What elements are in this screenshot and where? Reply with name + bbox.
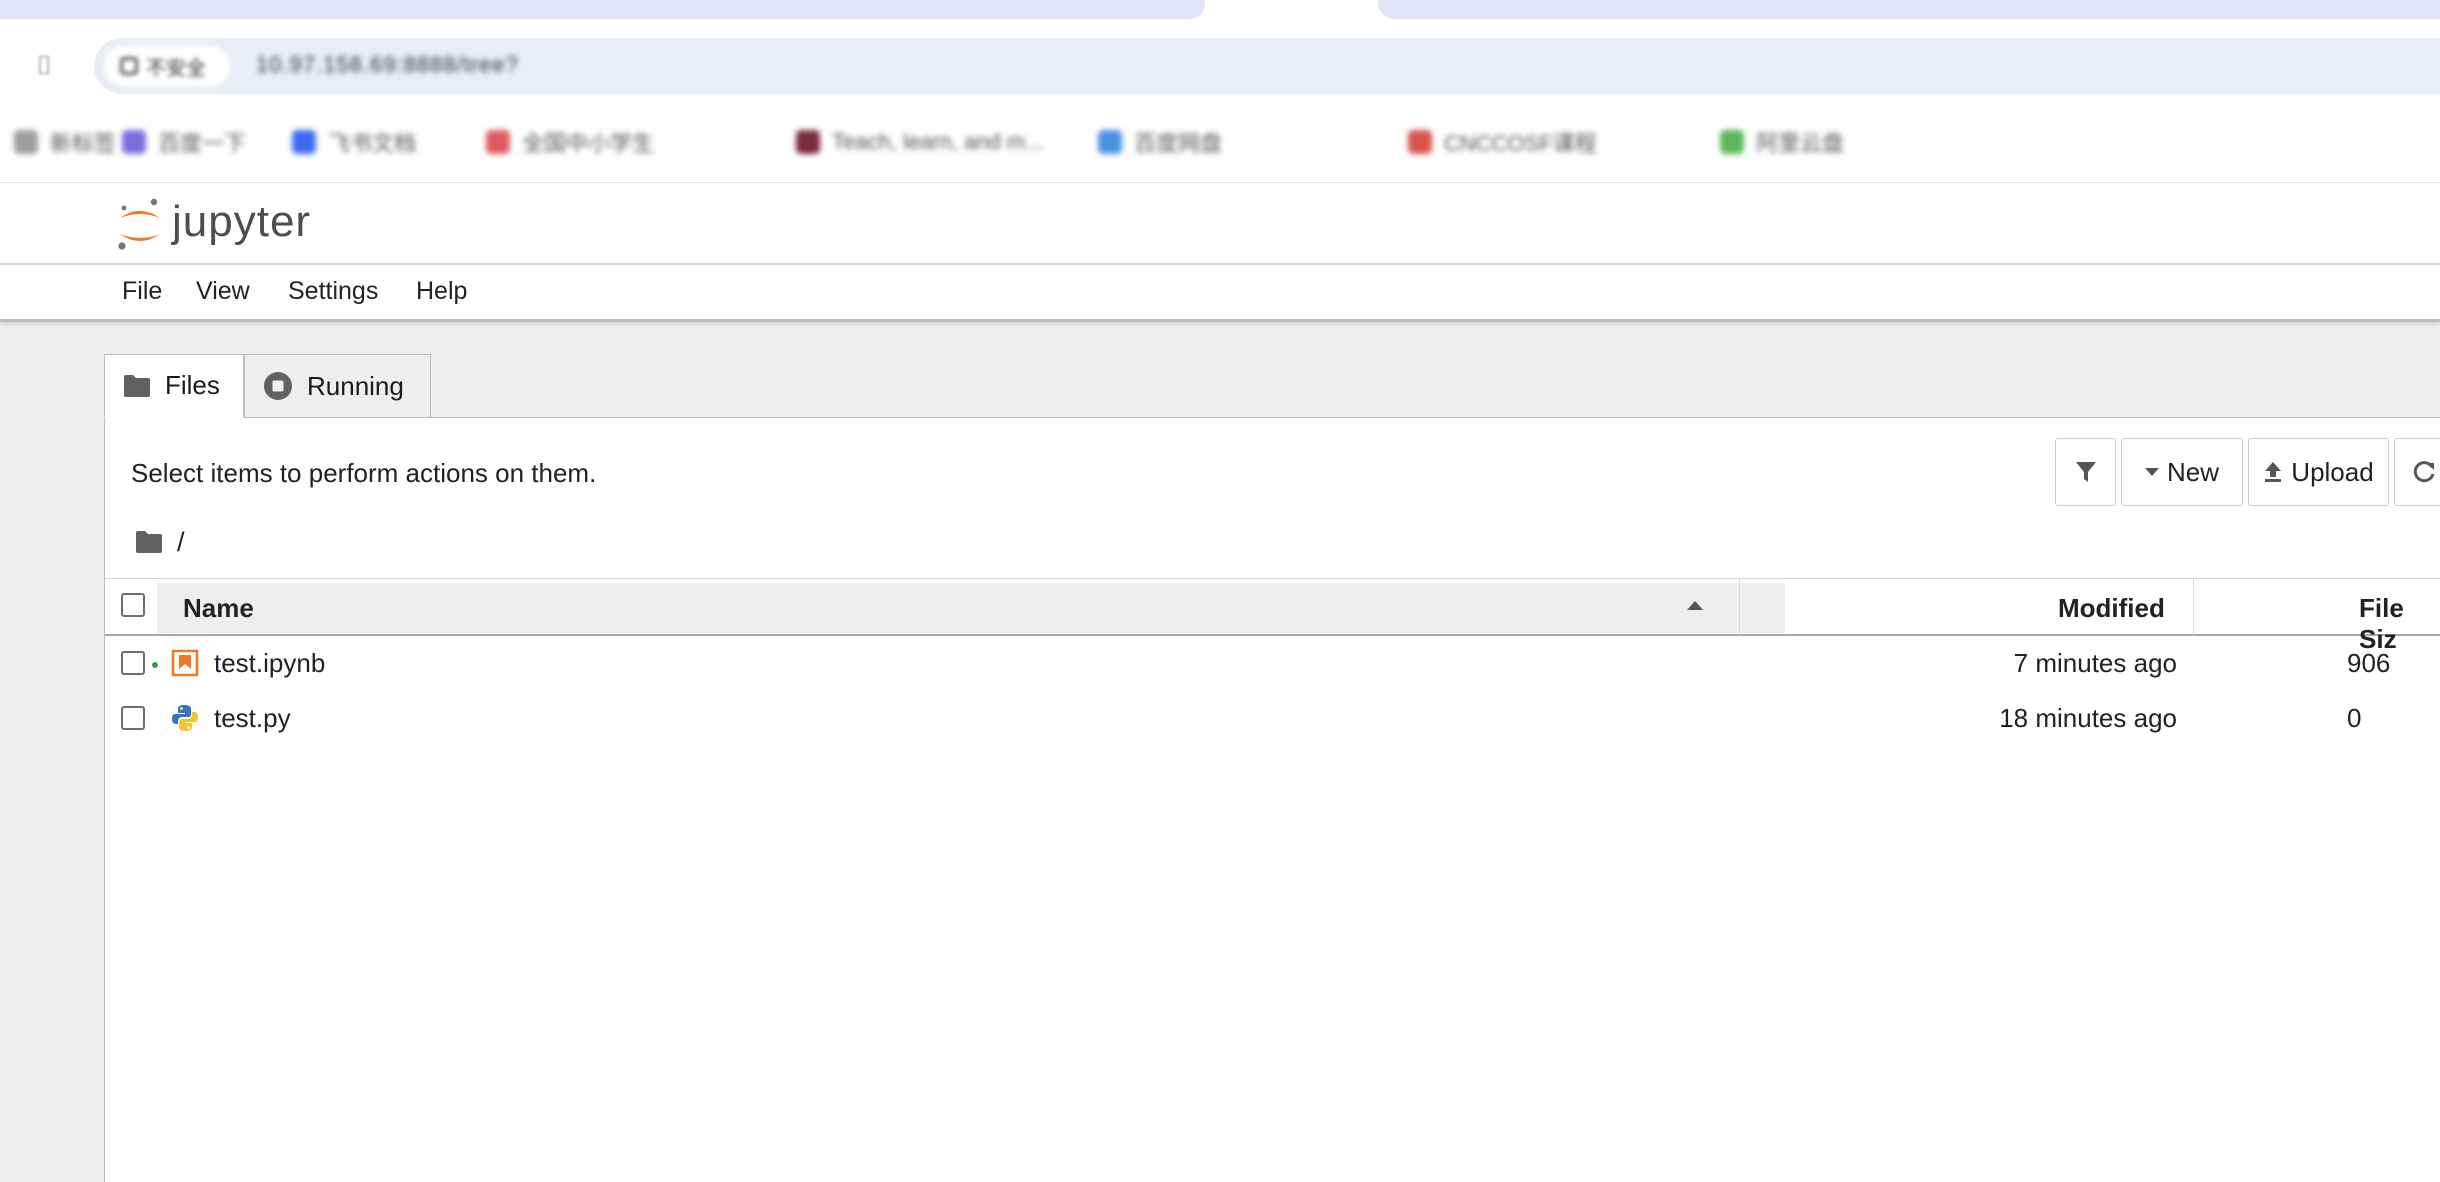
name-column-header[interactable] (157, 583, 1785, 633)
menu-file[interactable]: File (122, 277, 162, 306)
bookmark-favicon-icon (292, 130, 316, 154)
table-row[interactable]: test.ipynb 7 minutes ago 906 (105, 636, 2440, 691)
sort-ascending-icon (1687, 601, 1703, 610)
caret-down-icon (2144, 468, 2159, 476)
row-checkbox[interactable] (121, 706, 145, 730)
tab-running[interactable]: Running (244, 354, 431, 418)
bookmark-item[interactable]: CNCCOSF课程 (1408, 124, 1597, 160)
lock-icon (120, 57, 138, 75)
column-separator[interactable] (2193, 579, 2194, 635)
bookmark-favicon-icon (796, 130, 820, 154)
browser-tab-strip (0, 0, 2440, 30)
breadcrumb-separator: / (177, 526, 185, 557)
tab-files-label: Files (165, 370, 220, 400)
notebook-icon (171, 649, 199, 677)
file-name[interactable]: test.ipynb (214, 648, 325, 679)
bookmark-favicon-icon (1408, 130, 1432, 154)
bookmark-favicon-icon (1720, 130, 1744, 154)
bookmark-item[interactable]: 新标签 (14, 124, 116, 160)
bookmark-label: 全国中小学生 (522, 131, 655, 156)
file-name[interactable]: test.py (214, 703, 291, 734)
select-all-checkbox[interactable] (121, 593, 145, 617)
menu-bar: File View Settings Help (0, 265, 2440, 322)
browser-toolbar: ⌷ 不安全 10.97.158.69:8888/tree? (0, 30, 2440, 102)
bookmarks-bar: 新标签 百度一下 飞书文档 全国中小学生 Teach, learn, and m... 百… (0, 102, 2440, 182)
bookmark-item[interactable]: 飞书文档 (292, 124, 416, 160)
modified-column-header[interactable]: Modified (2058, 593, 2165, 624)
bookmark-item[interactable]: 百度一下 (122, 124, 246, 160)
refresh-icon (2413, 461, 2435, 483)
breadcrumb: / (135, 524, 185, 560)
address-bar[interactable]: 不安全 10.97.158.69:8888/tree? (94, 38, 2440, 94)
jupyter-logo[interactable]: jupyter (116, 195, 311, 255)
column-separator[interactable] (1739, 579, 1740, 635)
file-size: 0 (2347, 703, 2362, 733)
upload-button[interactable]: Upload (2248, 438, 2389, 506)
menu-view[interactable]: View (196, 277, 250, 306)
refresh-button[interactable] (2394, 438, 2440, 506)
bookmark-item[interactable]: 阿里云盘 (1720, 124, 1844, 160)
security-chip[interactable]: 不安全 (104, 46, 230, 86)
jupyter-header: jupyter (0, 182, 2440, 265)
folder-icon (124, 374, 150, 397)
jupyter-logo-icon (118, 198, 160, 250)
bookmark-label: 新标签 (50, 131, 117, 156)
table-header: Name Modified File Siz (105, 578, 2440, 654)
reader-mode-icon[interactable]: ⌷ (22, 48, 66, 84)
file-modified: 18 minutes ago (1999, 703, 2177, 733)
bookmark-item[interactable]: 全国中小学生 (486, 124, 654, 160)
breadcrumb-home-folder-icon[interactable] (135, 530, 163, 554)
bookmark-label: 百度网盘 (1134, 131, 1223, 156)
tab-running-label: Running (307, 370, 404, 401)
row-checkbox[interactable] (121, 651, 145, 675)
selection-hint: Select items to perform actions on them. (131, 458, 597, 488)
security-label: 不安全 (146, 57, 206, 80)
file-browser-panel: Select items to perform actions on them.… (104, 417, 2440, 1182)
filter-icon (2075, 462, 2096, 482)
browser-tab-left[interactable] (0, 0, 1205, 19)
upload-icon (2265, 462, 2282, 482)
url-text[interactable]: 10.97.158.69:8888/tree? (256, 52, 519, 78)
python-file-icon (172, 705, 198, 731)
menu-settings[interactable]: Settings (288, 277, 378, 306)
bookmark-label: 阿里云盘 (1756, 131, 1845, 156)
bookmark-label: 飞书文档 (328, 131, 417, 156)
file-size: 906 (2347, 648, 2391, 678)
bookmark-favicon-icon (1098, 130, 1122, 154)
tab-files[interactable]: Files (104, 354, 244, 418)
browser-tab-right[interactable] (1378, 0, 2440, 19)
menu-help[interactable]: Help (416, 277, 467, 306)
bookmark-item[interactable]: Teach, learn, and m... (796, 124, 1044, 160)
bookmark-label: Teach, learn, and m... (832, 129, 1044, 154)
bookmark-favicon-icon (486, 130, 510, 154)
filter-button[interactable] (2055, 438, 2116, 506)
new-button-label: New (2166, 456, 2219, 487)
bookmark-label: CNCCOSF课程 (1444, 131, 1597, 156)
bookmark-favicon-icon (122, 130, 146, 154)
bookmark-favicon-icon (14, 130, 38, 154)
name-column-label: Name (183, 593, 254, 623)
jupyter-logo-text: jupyter (172, 197, 312, 246)
bookmark-label: 百度一下 (158, 131, 247, 156)
page: ⌷ 不安全 10.97.158.69:8888/tree? 新标签 百度一下 飞书文… (0, 0, 2440, 1182)
new-button[interactable]: New (2121, 438, 2243, 506)
file-modified: 7 minutes ago (2013, 648, 2177, 678)
table-row[interactable]: test.py 18 minutes ago 0 (105, 691, 2440, 746)
bookmark-item[interactable]: 百度网盘 (1098, 124, 1222, 160)
running-icon (264, 372, 292, 400)
running-indicator-icon (152, 662, 158, 668)
upload-button-label: Upload (2291, 456, 2374, 487)
